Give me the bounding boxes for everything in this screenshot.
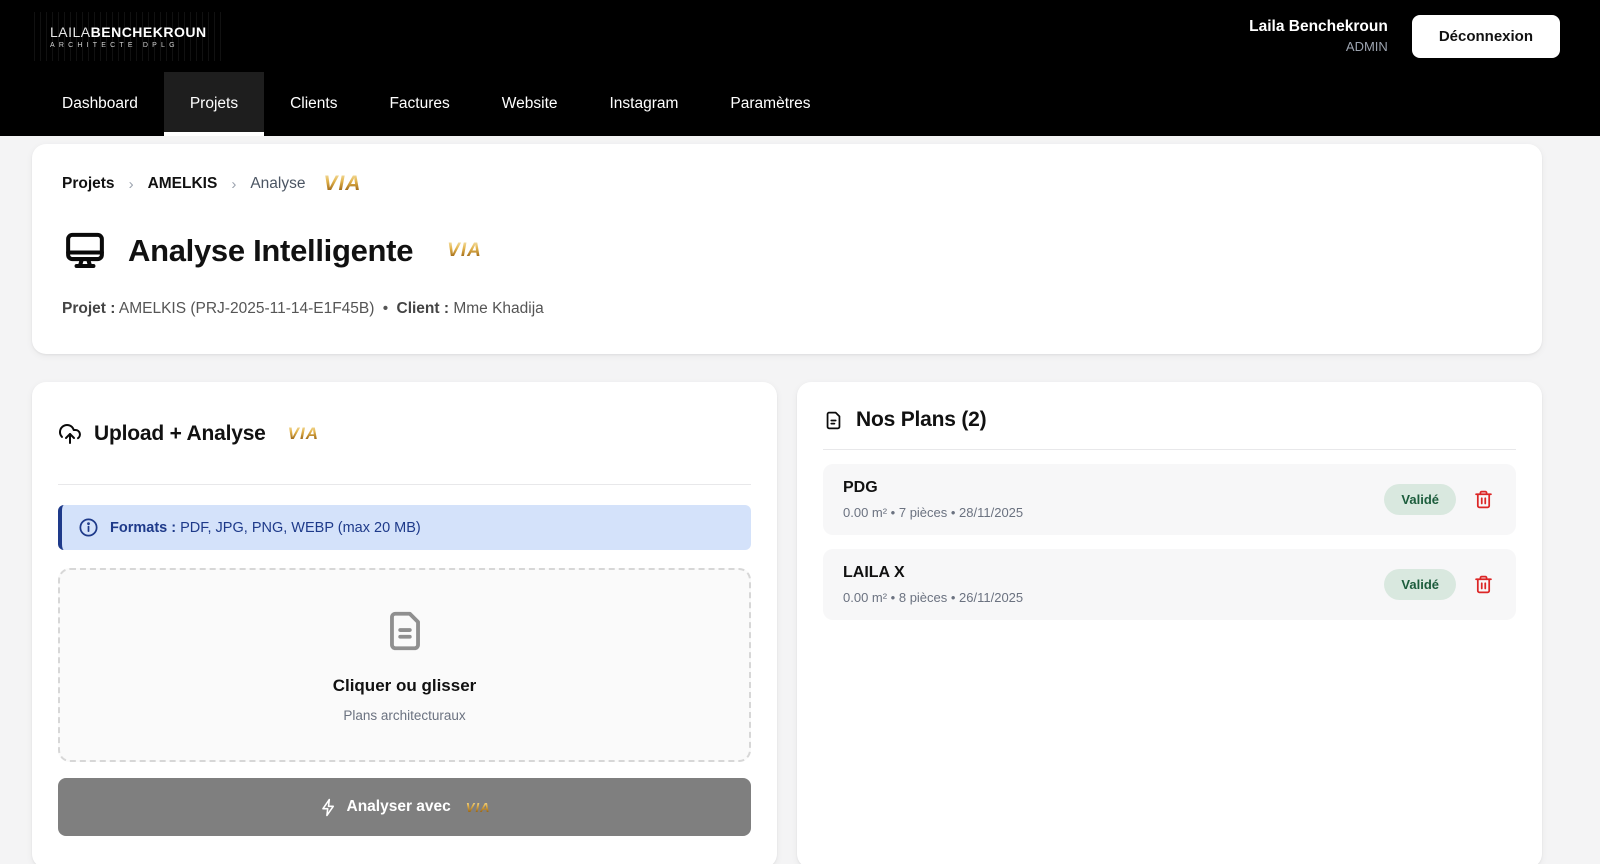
main-content: Projets › AMELKIS › Analyse VIA Analyse …: [0, 144, 1600, 864]
formats-text: Formats : PDF, JPG, PNG, WEBP (max 20 MB…: [110, 520, 421, 536]
plan-name: PDG: [843, 479, 878, 496]
plan-name: LAILA X: [843, 564, 905, 581]
delete-plan-button[interactable]: [1471, 487, 1496, 512]
formats-label: Formats :: [110, 519, 177, 536]
plan-info: PDG 0.00 m² • 7 pièces • 28/11/2025: [843, 479, 1023, 520]
formats-value: PDF, JPG, PNG, WEBP (max 20 MB): [180, 519, 421, 536]
client-label: Client :: [396, 300, 450, 317]
file-icon: [382, 608, 428, 654]
divider: [58, 484, 751, 485]
client-value: Mme Khadija: [453, 300, 544, 317]
breadcrumb-separator: ›: [231, 175, 237, 193]
divider: [823, 449, 1516, 450]
via-logo: VIA: [447, 240, 482, 261]
plan-row-pdg: PDG 0.00 m² • 7 pièces • 28/11/2025 Vali…: [823, 464, 1516, 535]
title-card: Projets › AMELKIS › Analyse VIA Analyse …: [32, 144, 1542, 354]
plan-actions: Validé: [1384, 484, 1496, 515]
upload-card-header: Upload + Analyse VIA: [58, 422, 751, 446]
lightning-icon: [319, 798, 338, 817]
nav-item-dashboard[interactable]: Dashboard: [36, 72, 164, 136]
breadcrumb: Projets › AMELKIS › Analyse VIA: [62, 172, 1512, 196]
nav-item-website[interactable]: Website: [476, 72, 584, 136]
status-badge: Validé: [1384, 484, 1456, 515]
logo-subtitle: ARCHITECTE DPLG: [50, 41, 179, 49]
status-badge: Validé: [1384, 569, 1456, 600]
logout-button[interactable]: Déconnexion: [1411, 14, 1560, 58]
trash-icon: [1473, 489, 1494, 510]
nav-item-factures[interactable]: Factures: [363, 72, 475, 136]
logo-first-name: LAILA: [50, 23, 91, 40]
trash-icon: [1473, 574, 1494, 595]
content-columns: Upload + Analyse VIA Formats : PDF, JPG,…: [32, 382, 1542, 864]
breadcrumb-projets-link[interactable]: Projets: [62, 175, 115, 193]
subtitle-separator: •: [382, 300, 389, 317]
upload-cloud-icon: [58, 422, 82, 446]
top-header: LAILABENCHEKROUN ARCHITECTE DPLG Laila B…: [0, 0, 1600, 72]
project-label: Projet :: [62, 300, 116, 317]
dropzone-title: Cliquer ou glisser: [332, 675, 477, 695]
page-title: Analyse Intelligente: [128, 233, 414, 268]
project-value: AMELKIS (PRJ-2025-11-14-E1F45B): [118, 300, 375, 317]
plans-card-header: Nos Plans (2): [823, 408, 1516, 432]
file-dropzone[interactable]: Cliquer ou glisser Plans architecturaux: [58, 568, 751, 762]
nav-item-parametres[interactable]: Paramètres: [704, 72, 836, 136]
plan-actions: Validé: [1384, 569, 1496, 600]
main-nav: Dashboard Projets Clients Factures Websi…: [0, 72, 1600, 136]
info-icon: [78, 517, 99, 538]
analyze-button[interactable]: Analyser avec VIA: [58, 778, 751, 836]
plans-card-title: Nos Plans (2): [856, 408, 987, 431]
page-title-row: Analyse Intelligente VIA: [62, 228, 1512, 274]
via-logo: VIA: [465, 799, 491, 815]
nav-item-clients[interactable]: Clients: [264, 72, 363, 136]
monitor-icon: [62, 228, 108, 274]
upload-card-title: Upload + Analyse: [94, 422, 266, 445]
logo-last-name: BENCHEKROUN: [90, 23, 207, 40]
dropzone-subtitle: Plans architecturaux: [343, 707, 466, 723]
breadcrumb-project-link[interactable]: AMELKIS: [148, 175, 218, 193]
user-info: Laila Benchekroun ADMIN: [1249, 18, 1388, 54]
breadcrumb-current-page: Analyse: [250, 175, 306, 192]
logo-name: LAILABENCHEKROUN: [50, 24, 207, 40]
nav-item-projets[interactable]: Projets: [163, 72, 265, 136]
via-logo: VIA: [323, 172, 362, 195]
plan-meta: 0.00 m² • 8 pièces • 26/11/2025: [843, 590, 1024, 605]
user-role-badge: ADMIN: [1345, 39, 1388, 54]
plan-info: LAILA X 0.00 m² • 8 pièces • 26/11/2025: [843, 564, 1023, 605]
file-text-icon: [823, 410, 844, 431]
topbar-right: Laila Benchekroun ADMIN Déconnexion: [1249, 14, 1560, 58]
delete-plan-button[interactable]: [1471, 572, 1496, 597]
via-logo: VIA: [287, 424, 320, 443]
plan-meta: 0.00 m² • 7 pièces • 28/11/2025: [843, 505, 1024, 520]
brand-logo[interactable]: LAILABENCHEKROUN ARCHITECTE DPLG: [34, 11, 223, 61]
plan-row-laila-x: LAILA X 0.00 m² • 8 pièces • 26/11/2025 …: [823, 549, 1516, 620]
nav-item-instagram[interactable]: Instagram: [584, 72, 705, 136]
plans-card: Nos Plans (2) PDG 0.00 m² • 7 pièces • 2…: [797, 382, 1542, 864]
project-subtitle: Projet : AMELKIS (PRJ-2025-11-14-E1F45B)…: [62, 300, 1512, 318]
formats-info-banner: Formats : PDF, JPG, PNG, WEBP (max 20 MB…: [58, 505, 751, 550]
upload-card: Upload + Analyse VIA Formats : PDF, JPG,…: [32, 382, 777, 864]
user-name: Laila Benchekroun: [1249, 18, 1388, 35]
breadcrumb-separator: ›: [128, 175, 134, 193]
analyze-button-label: Analyser avec: [346, 798, 451, 815]
